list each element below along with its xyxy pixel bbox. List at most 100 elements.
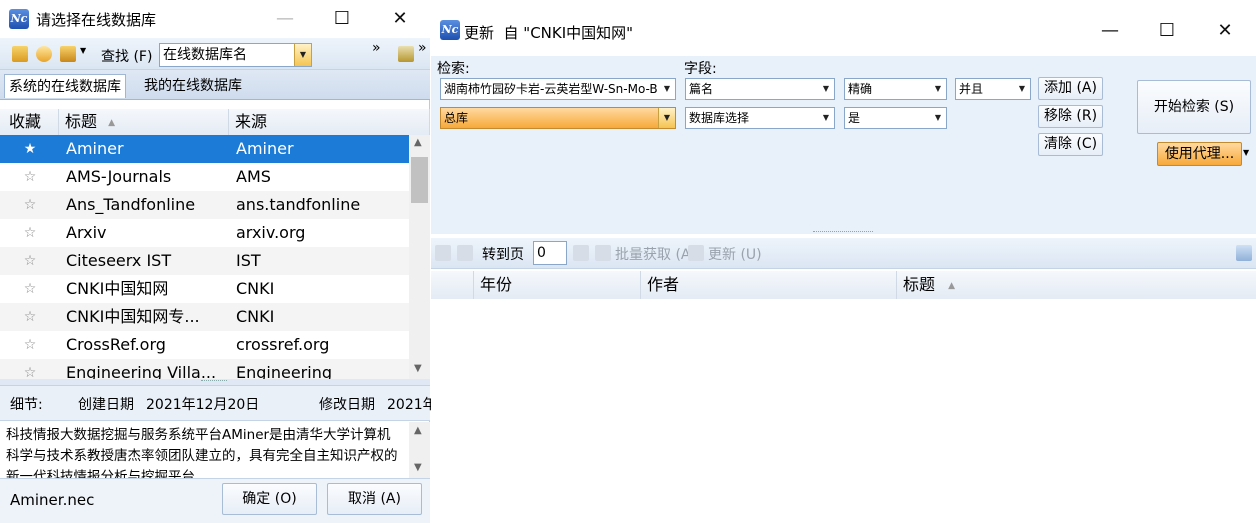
db-match-select[interactable]: 是 ▼ — [844, 107, 947, 129]
add-button[interactable]: 添加 (A) — [1038, 77, 1103, 100]
column-header-title[interactable]: 标题 ▲ — [59, 109, 229, 135]
search-panel: 检索: 字段: 湖南柿竹园矽卡岩-云英岩型W-Sn-Mo-B ▼ 篇名 ▼ 精确… — [431, 56, 1256, 234]
batch-fetch-button[interactable]: 批量获取 (A) — [615, 244, 696, 264]
column-header-author[interactable]: 作者 — [641, 271, 897, 299]
minimize-button[interactable]: — — [1087, 15, 1133, 47]
row-source: ans.tandfonline — [236, 195, 361, 214]
left-window: Nc 请选择在线数据库 — ☐ ✕ ▼ 查找 (F) 在线数据库名 ▼ » » … — [0, 0, 437, 523]
db-field-select[interactable]: 数据库选择 ▼ — [685, 107, 835, 129]
row-source: IST — [236, 251, 261, 270]
query-input[interactable]: 湖南柿竹园矽卡岩-云英岩型W-Sn-Mo-B ▼ — [440, 78, 676, 100]
favorite-star-icon[interactable]: ☆ — [0, 247, 60, 275]
toolbar-overflow-2-icon[interactable]: » — [418, 40, 427, 56]
scroll-down-arrow-icon[interactable]: ▼ — [414, 363, 422, 374]
table-row[interactable]: ☆ CrossRef.org crossref.org — [0, 331, 409, 359]
settings-icon[interactable] — [398, 46, 414, 62]
column-header-year[interactable]: 年份 — [474, 271, 641, 299]
field-select-arrow-icon[interactable]: ▼ — [818, 79, 834, 99]
find-combobox[interactable]: 在线数据库名 ▼ — [159, 43, 312, 67]
match-select[interactable]: 精确 ▼ — [844, 78, 947, 100]
user-settings-icon[interactable] — [1236, 245, 1252, 261]
goto-page-input[interactable]: 0 — [533, 241, 567, 265]
favorite-star-icon[interactable]: ★ — [0, 135, 60, 163]
row-title: CNKI中国知网专... — [66, 307, 200, 326]
results-toolbar: 转到页 0 批量获取 (A) 更新 (U) — [431, 238, 1256, 269]
maximize-button[interactable]: ☐ — [1144, 15, 1190, 47]
scrollbar-thumb[interactable] — [411, 157, 428, 203]
desc-scroll-up-arrow-icon[interactable]: ▲ — [414, 425, 422, 436]
table-row[interactable]: ☆ Engineering Villa... Engineering — [0, 359, 409, 379]
row-title: CNKI中国知网 — [66, 279, 169, 298]
table-row[interactable]: ☆ Citeseerx IST IST — [0, 247, 409, 275]
list-scrollbar[interactable]: ▲ ▼ — [409, 135, 430, 379]
maximize-button[interactable]: ☐ — [319, 3, 365, 35]
logic-select-arrow-icon[interactable]: ▼ — [1014, 79, 1030, 99]
logic-select[interactable]: 并且 ▼ — [955, 78, 1031, 100]
app-logo-icon: Nc — [9, 9, 29, 29]
db-match-select-value: 是 — [848, 111, 861, 125]
table-row[interactable]: ★ Aminer Aminer — [0, 135, 409, 163]
table-row[interactable]: ☆ CNKI中国知网 CNKI — [0, 275, 409, 303]
close-button[interactable]: ✕ — [377, 3, 423, 35]
favorite-star-icon[interactable]: ☆ — [0, 191, 60, 219]
desc-scroll-down-arrow-icon[interactable]: ▼ — [414, 462, 422, 473]
column-header-blank[interactable] — [431, 271, 474, 299]
favorite-star-icon[interactable]: ☆ — [0, 331, 60, 359]
proxy-dropdown-arrow-icon[interactable]: ▼ — [1243, 148, 1249, 157]
search-label: 检索: — [437, 61, 470, 77]
db-match-select-arrow-icon[interactable]: ▼ — [930, 108, 946, 128]
cancel-button[interactable]: 取消 (A) — [327, 483, 422, 515]
start-search-button[interactable]: 开始检索 (S) — [1137, 80, 1251, 134]
previous-page-icon[interactable] — [435, 245, 451, 261]
column-header-source[interactable]: 来源 — [229, 109, 430, 135]
close-button[interactable]: ✕ — [1202, 15, 1248, 47]
favorite-star-icon[interactable]: ☆ — [0, 359, 60, 379]
database-icon[interactable] — [12, 46, 28, 62]
match-select-arrow-icon[interactable]: ▼ — [930, 79, 946, 99]
panel-splitter-grip[interactable] — [813, 231, 873, 233]
database-favorite-icon[interactable] — [36, 46, 52, 62]
go-icon[interactable] — [573, 245, 589, 261]
favorite-star-icon[interactable]: ☆ — [0, 163, 60, 191]
toolbar-overflow-icon[interactable]: » — [372, 40, 381, 56]
row-title: Engineering Villa... — [66, 363, 217, 379]
description-text: 科技情报大数据挖掘与服务系统平台AMiner是由清华大学计算机科学与技术系教授唐… — [0, 422, 409, 478]
column-header-favorite[interactable]: 收藏 — [0, 109, 59, 135]
right-window: Nc 更新 自 "CNKI中国知网" — ☐ ✕ 检索: 字段: 湖南柿竹园矽卡… — [431, 0, 1256, 523]
row-source: CNKI — [236, 279, 275, 298]
update-icon[interactable] — [688, 245, 704, 261]
column-header-title[interactable]: 标题 ▲ — [897, 271, 1256, 299]
batch-fetch-icon[interactable] — [595, 245, 611, 261]
toolbar-dropdown-arrow[interactable]: ▼ — [80, 46, 86, 55]
ok-button[interactable]: 确定 (O) — [222, 483, 317, 515]
db-field-select-arrow-icon[interactable]: ▼ — [818, 108, 834, 128]
minimize-button[interactable]: — — [262, 3, 308, 35]
tab-my-databases[interactable]: 我的在线数据库 — [140, 74, 246, 98]
query-dropdown-icon[interactable]: ▼ — [659, 79, 675, 99]
database-select-arrow-icon[interactable]: ▼ — [658, 108, 675, 128]
favorite-star-icon[interactable]: ☆ — [0, 303, 60, 331]
field-select[interactable]: 篇名 ▼ — [685, 78, 835, 100]
results-list — [431, 299, 1256, 523]
table-row[interactable]: ☆ Ans_Tandfonline ans.tandfonline — [0, 191, 409, 219]
next-page-icon[interactable] — [457, 245, 473, 261]
tab-system-databases[interactable]: 系统的在线数据库 — [4, 74, 126, 98]
database-add-icon[interactable] — [60, 46, 76, 62]
app-logo-icon: Nc — [440, 20, 460, 40]
table-row[interactable]: ☆ AMS-Journals AMS — [0, 163, 409, 191]
clear-button[interactable]: 清除 (C) — [1038, 133, 1103, 156]
remove-button[interactable]: 移除 (R) — [1038, 105, 1103, 128]
find-combobox-arrow-icon[interactable]: ▼ — [294, 44, 311, 66]
table-row[interactable]: ☆ CNKI中国知网专... CNKI — [0, 303, 409, 331]
scroll-up-arrow-icon[interactable]: ▲ — [414, 137, 422, 148]
update-button[interactable]: 更新 (U) — [708, 244, 762, 264]
database-select-value: 总库 — [444, 111, 469, 125]
tab-strip: 系统的在线数据库 我的在线数据库 — [0, 70, 430, 100]
database-select[interactable]: 总库 ▼ — [440, 107, 676, 129]
description-scrollbar[interactable]: ▲ ▼ — [409, 422, 430, 478]
use-proxy-button[interactable]: 使用代理... — [1157, 142, 1242, 166]
favorite-star-icon[interactable]: ☆ — [0, 275, 60, 303]
favorite-star-icon[interactable]: ☆ — [0, 219, 60, 247]
db-field-select-value: 数据库选择 — [689, 111, 750, 125]
table-row[interactable]: ☆ Arxiv arxiv.org — [0, 219, 409, 247]
